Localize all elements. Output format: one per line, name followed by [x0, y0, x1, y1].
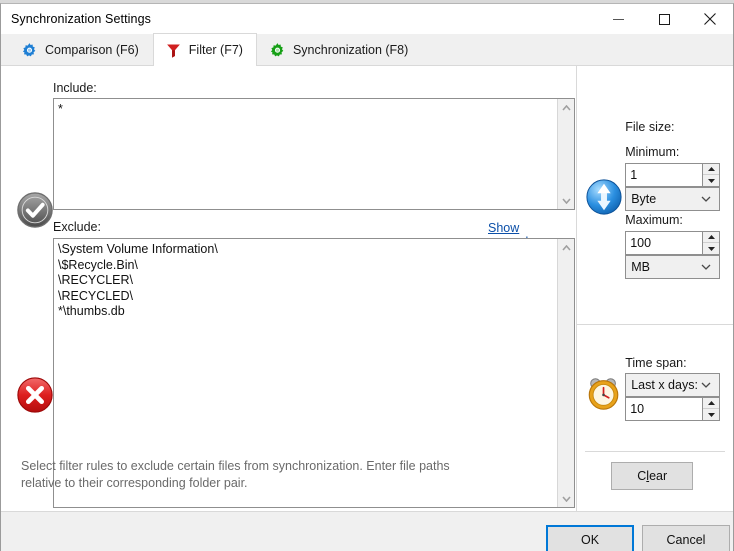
- time-span-increment-button[interactable]: [703, 398, 719, 409]
- maximize-button[interactable]: [641, 4, 687, 34]
- clear-button-label: Clear: [637, 469, 667, 483]
- minimum-size-value[interactable]: 1: [626, 164, 702, 186]
- clear-button[interactable]: Clear: [611, 462, 693, 490]
- tab-synchronization-label: Synchronization (F8): [293, 43, 408, 57]
- minimum-size-spin-buttons: [702, 164, 719, 186]
- chevron-down-icon: [701, 382, 713, 388]
- tab-filter[interactable]: Filter (F7): [153, 33, 257, 66]
- alarm-clock-icon: [585, 374, 623, 412]
- tab-comparison-label: Comparison (F6): [45, 43, 139, 57]
- chevron-down-icon: [562, 198, 571, 204]
- maximum-size-spin-buttons: [702, 232, 719, 254]
- filter-hint-text: Select filter rules to exclude certain f…: [21, 458, 491, 492]
- chevron-down-icon: [562, 496, 571, 502]
- maximum-label: Maximum:: [625, 213, 683, 227]
- red-x-circle-icon: [16, 376, 54, 414]
- tab-strip: Comparison (F6) Filter (F7) Synchronizat…: [1, 34, 733, 66]
- time-span-decrement-button[interactable]: [703, 409, 719, 420]
- maximum-size-increment-button[interactable]: [703, 232, 719, 243]
- synchronization-settings-dialog: Synchronization Settings: [0, 3, 734, 551]
- file-size-group-label: File size:: [625, 120, 674, 134]
- exclude-scroll-down-button[interactable]: [558, 490, 574, 507]
- ok-button-label: OK: [581, 533, 599, 547]
- maximum-size-decrement-button[interactable]: [703, 243, 719, 254]
- include-scroll-down-button[interactable]: [558, 192, 574, 209]
- include-scrollbar[interactable]: [557, 99, 574, 209]
- red-funnel-icon: [165, 42, 182, 59]
- green-gear-icon: [269, 42, 286, 59]
- titlebar[interactable]: Synchronization Settings: [1, 4, 733, 34]
- chevron-up-icon: [562, 245, 571, 251]
- chevron-down-icon: [701, 196, 713, 202]
- blue-updown-arrows-icon: [585, 178, 623, 216]
- triangle-up-icon: [708, 401, 715, 405]
- triangle-down-icon: [708, 247, 715, 251]
- maximize-icon: [659, 14, 670, 25]
- ok-button[interactable]: OK: [546, 525, 634, 551]
- include-scroll-up-button[interactable]: [558, 99, 574, 116]
- minimize-icon: [613, 14, 624, 25]
- cancel-button[interactable]: Cancel: [642, 525, 730, 551]
- dialog-footer: OK Cancel: [1, 511, 733, 551]
- window-controls: [595, 4, 733, 34]
- dialog-body: Include: *: [1, 66, 733, 511]
- time-span-group-label: Time span:: [625, 356, 686, 370]
- maximum-size-value[interactable]: 100: [626, 232, 702, 254]
- minimum-size-decrement-button[interactable]: [703, 175, 719, 186]
- exclude-scrollbar[interactable]: [557, 239, 574, 507]
- maximum-size-unit-value: MB: [631, 260, 650, 274]
- time-span-value-spinner[interactable]: 10: [625, 397, 720, 421]
- time-span-value[interactable]: 10: [626, 398, 702, 420]
- time-span-spin-buttons: [702, 398, 719, 420]
- screen: Synchronization Settings: [0, 0, 734, 551]
- filter-rules-pane: Include: *: [1, 66, 577, 511]
- minimum-size-unit-combobox[interactable]: Byte: [625, 187, 720, 211]
- close-icon: [704, 13, 716, 25]
- chevron-down-icon: [701, 264, 713, 270]
- time-span-mode-value: Last x days:: [631, 378, 698, 392]
- minimum-size-unit-value: Byte: [631, 192, 656, 206]
- maximum-size-unit-combobox[interactable]: MB: [625, 255, 720, 279]
- triangle-up-icon: [708, 235, 715, 239]
- minimize-button[interactable]: [595, 4, 641, 34]
- gray-check-circle-icon: [16, 191, 54, 229]
- include-textarea-value: *: [54, 99, 557, 209]
- include-textarea[interactable]: *: [53, 98, 575, 210]
- triangle-down-icon: [708, 179, 715, 183]
- cancel-button-label: Cancel: [667, 533, 706, 547]
- time-span-mode-combobox[interactable]: Last x days:: [625, 373, 720, 397]
- minimum-label: Minimum:: [625, 145, 679, 159]
- close-button[interactable]: [687, 4, 733, 34]
- minimum-size-spinner[interactable]: 1: [625, 163, 720, 187]
- options-divider-2: [585, 451, 725, 452]
- minimum-size-increment-button[interactable]: [703, 164, 719, 175]
- tab-comparison[interactable]: Comparison (F6): [9, 34, 153, 65]
- window-title: Synchronization Settings: [11, 12, 151, 26]
- filter-options-pane: File size: Minimum: 1: [577, 66, 733, 511]
- maximum-size-spinner[interactable]: 100: [625, 231, 720, 255]
- tab-filter-label: Filter (F7): [189, 43, 243, 57]
- exclude-label: Exclude:: [53, 220, 101, 234]
- exclude-scroll-up-button[interactable]: [558, 239, 574, 256]
- chevron-up-icon: [562, 105, 571, 111]
- triangle-down-icon: [708, 413, 715, 417]
- triangle-up-icon: [708, 167, 715, 171]
- tab-synchronization[interactable]: Synchronization (F8): [257, 34, 422, 65]
- options-divider-1: [577, 324, 733, 325]
- blue-gear-icon: [21, 42, 38, 59]
- include-label: Include:: [53, 81, 97, 95]
